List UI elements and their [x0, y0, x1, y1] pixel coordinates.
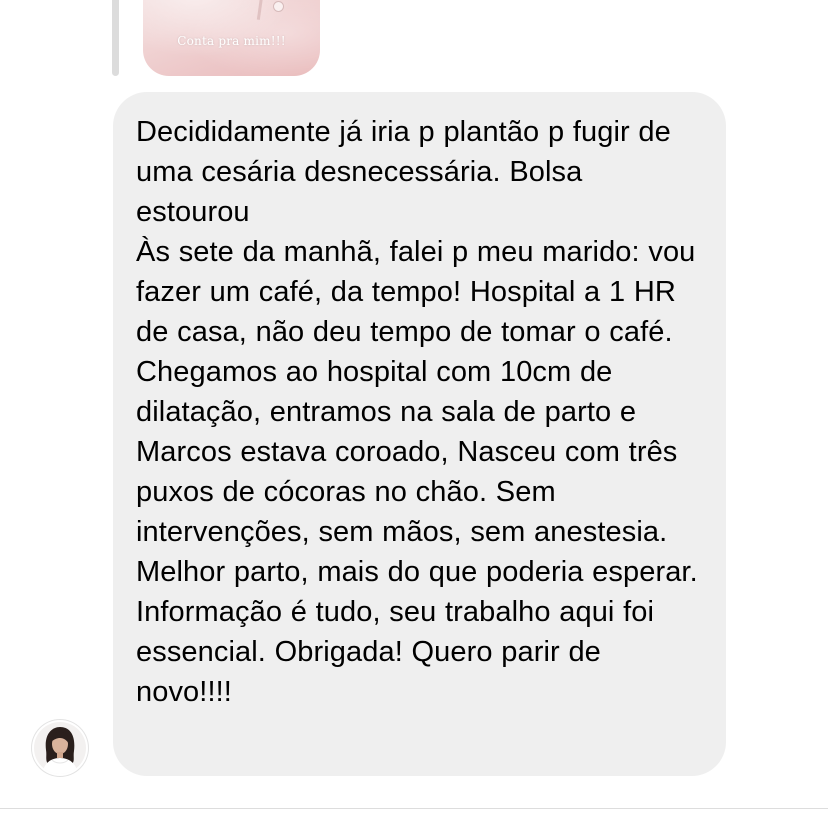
reply-thread-line: [112, 0, 119, 76]
story-image-button: [273, 1, 284, 12]
dm-conversation: Conta pra mim!!! Decididamente já iria p…: [0, 0, 828, 817]
sender-avatar[interactable]: [32, 720, 88, 776]
profile-photo-icon: [34, 722, 86, 774]
story-reply-thumbnail[interactable]: Conta pra mim!!!: [143, 0, 320, 76]
message-bubble[interactable]: Decididamente já iria p plantão p fugir …: [113, 92, 726, 776]
story-caption: Conta pra mim!!!: [177, 34, 286, 48]
bottom-divider: [0, 808, 828, 809]
message-text: Decididamente já iria p plantão p fugir …: [136, 116, 698, 708]
